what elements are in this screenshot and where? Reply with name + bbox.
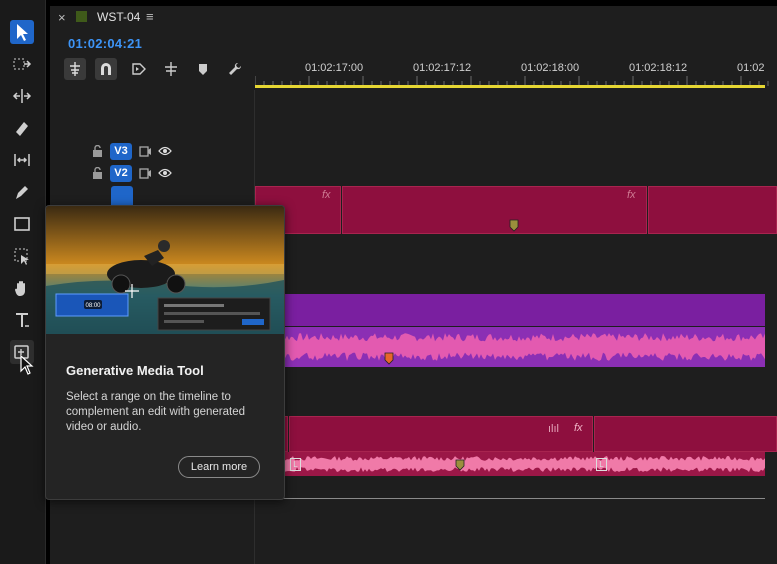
pen-tool-icon[interactable] [10,180,34,204]
generative-media-tool-tooltip: 08:00 Generative Media Tool Select a ran… [45,205,285,500]
ruler-label: 01:02 [737,62,765,74]
close-tab-button[interactable]: × [58,10,66,25]
work-area-bar[interactable] [255,85,765,88]
ruler-label: 01:02:18:12 [629,62,688,74]
tab-menu-icon[interactable]: ≡ [146,9,154,24]
fx-badge: fx [574,422,583,434]
tool-title: Generative Media Tool [66,363,204,378]
learn-more-button[interactable]: Learn more [178,456,260,478]
audio-marker-icon[interactable] [384,352,394,366]
eye-icon[interactable] [158,166,172,180]
track-select-tool-icon[interactable] [10,52,34,76]
lock-icon[interactable] [90,166,104,180]
add-marker-track-icon[interactable] [160,58,182,80]
selection-tool-icon[interactable] [10,20,34,44]
audio-clip-header[interactable] [255,294,765,326]
video-clip[interactable]: fx [342,186,647,234]
video-clip[interactable] [648,186,777,234]
tool-description: Select a range on the timeline to comple… [66,391,245,433]
track-header-v3: V3 [90,142,172,160]
link-badge-icon: L [596,458,607,471]
audio-clip-waveform[interactable] [255,327,765,367]
tools-panel [0,0,46,564]
track-header-v2: V2 [90,164,172,182]
waveform-graphic [255,456,765,472]
ripple-edit-tool-icon[interactable] [10,84,34,108]
sequence-tab[interactable]: × WST-04 ≡ [50,6,777,28]
ruler-label: 01:02:18:00 [521,62,580,74]
insert-nest-toggle-icon[interactable] [64,58,86,80]
snap-magnet-icon[interactable] [95,58,117,80]
mouse-cursor-icon [20,354,34,380]
audio-clip-header[interactable] [594,416,777,452]
linked-selection-icon[interactable] [128,58,150,80]
sync-lock-icon[interactable] [138,144,152,158]
slip-tool-icon[interactable] [10,148,34,172]
fx-badge: fx [322,189,331,201]
waveform-graphic [255,333,765,361]
hand-tool-icon[interactable] [10,276,34,300]
audio-clip-header[interactable]: ılıl fx [289,416,593,452]
playhead-timecode[interactable]: 01:02:04:21 [68,36,142,51]
preview-clip-time: 08:00 [85,303,101,309]
fx-badge: fx [627,189,636,201]
eye-icon[interactable] [158,144,172,158]
ruler-label: 01:02:17:00 [305,62,364,74]
link-badge-icon: L [290,458,301,471]
ruler-label: 01:02:17:12 [413,62,472,74]
audio-clip-waveform[interactable] [255,452,765,476]
track-target-v2[interactable]: V2 [110,164,132,182]
object-select-tool-icon[interactable] [10,244,34,268]
razor-tool-icon[interactable] [10,116,34,140]
audio-marker-icon[interactable] [455,459,465,472]
type-tool-icon[interactable] [10,308,34,332]
sequence-color-swatch [76,11,87,22]
audio-fx-icon: ılıl [548,423,559,435]
tool-preview-image: 08:00 [46,206,284,334]
rectangle-tool-icon[interactable] [10,212,34,236]
sequence-name: WST-04 [97,10,141,24]
track-target-v3[interactable]: V3 [110,142,132,160]
sync-lock-icon[interactable] [138,166,152,180]
clip-marker-icon[interactable] [509,219,519,233]
add-marker-icon[interactable] [192,58,214,80]
timeline-settings-wrench-icon[interactable] [224,58,246,80]
lock-icon[interactable] [90,144,104,158]
